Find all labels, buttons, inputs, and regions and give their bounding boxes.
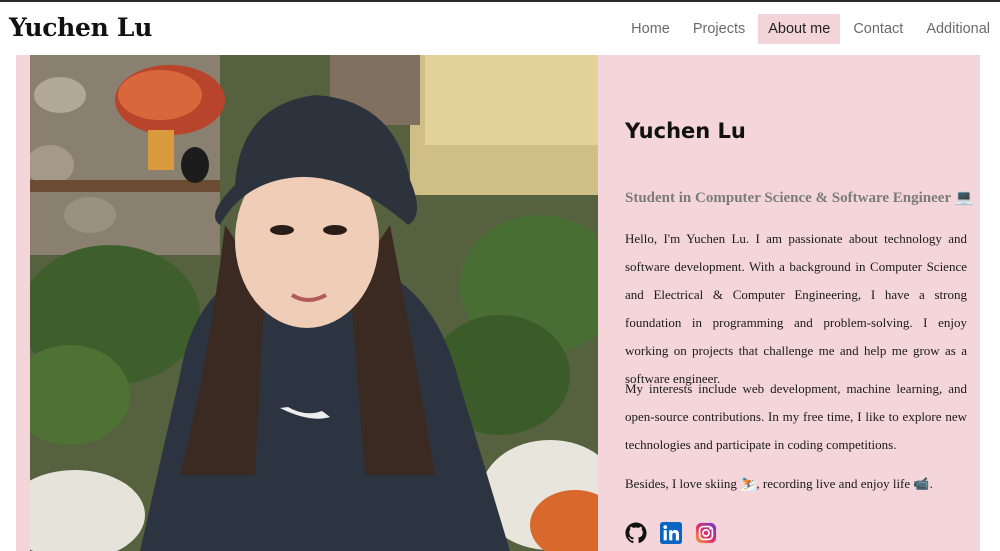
about-content: Yuchen Lu Student in Computer Science & … xyxy=(625,55,973,551)
site-brand[interactable]: Yuchen Lu xyxy=(9,13,152,42)
profile-photo xyxy=(30,55,598,551)
about-section: Yuchen Lu Student in Computer Science & … xyxy=(16,55,980,551)
profile-photo-illustration xyxy=(30,55,598,551)
nav-about-me[interactable]: About me xyxy=(758,14,841,44)
about-paragraph-2: My interests include web development, ma… xyxy=(625,381,967,452)
profile-name: Yuchen Lu xyxy=(625,119,746,143)
nav-home[interactable]: Home xyxy=(621,14,680,44)
linkedin-icon[interactable] xyxy=(660,522,682,544)
site-header: Yuchen Lu Home Projects About me Contact… xyxy=(0,2,1000,55)
about-paragraph-3: Besides, I love skiing ⛷️, recording liv… xyxy=(625,476,933,491)
social-links xyxy=(625,522,717,544)
nav-contact[interactable]: Contact xyxy=(843,14,913,44)
nav-additional[interactable]: Additional xyxy=(916,14,1000,44)
about-paragraph-1: Hello, I'm Yuchen Lu. I am passionate ab… xyxy=(625,231,967,386)
github-icon[interactable] xyxy=(625,522,647,544)
main-nav: Home Projects About me Contact Additiona… xyxy=(618,14,1000,44)
profile-subtitle: Student in Computer Science & Software E… xyxy=(625,190,974,206)
nav-projects[interactable]: Projects xyxy=(683,14,755,44)
instagram-icon[interactable] xyxy=(695,522,717,544)
